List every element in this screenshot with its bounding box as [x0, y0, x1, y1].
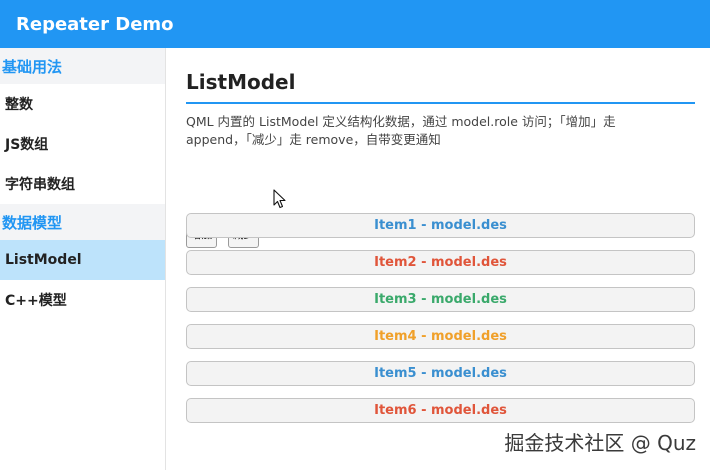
list-item: Item2 - model.des	[186, 250, 695, 275]
page-description: QML 内置的 ListModel 定义结构化数据，通过 model.role …	[186, 114, 616, 147]
sidebar-item-cpp-model[interactable]: C++模型	[0, 280, 165, 320]
content-area: ListModel QML 内置的 ListModel 定义结构化数据，通过 m…	[166, 48, 710, 470]
sidebar-item-int[interactable]: 整数	[0, 84, 165, 124]
sidebar: 基础用法 整数 JS数组 字符串数组 数据模型 ListModel C++模型	[0, 48, 166, 470]
mouse-pointer-icon	[273, 189, 286, 209]
watermark: 掘金技术社区 @ Quz	[504, 431, 696, 455]
title-bar: Repeater Demo	[0, 0, 710, 48]
sidebar-item-js-array[interactable]: JS数组	[0, 124, 165, 164]
list-item: Item6 - model.des	[186, 398, 695, 423]
app-title: Repeater Demo	[16, 13, 174, 35]
sidebar-item-listmodel[interactable]: ListModel	[0, 240, 165, 280]
page-title: ListModel	[186, 70, 296, 94]
list-item: Item5 - model.des	[186, 361, 695, 386]
sidebar-section-model: 数据模型	[0, 204, 165, 240]
title-underline	[186, 102, 695, 104]
sidebar-section-basic: 基础用法	[0, 48, 165, 84]
sidebar-item-string-array[interactable]: 字符串数组	[0, 164, 165, 204]
list-item: Item4 - model.des	[186, 324, 695, 349]
list-item: Item1 - model.des	[186, 213, 695, 238]
list-item: Item3 - model.des	[186, 287, 695, 312]
